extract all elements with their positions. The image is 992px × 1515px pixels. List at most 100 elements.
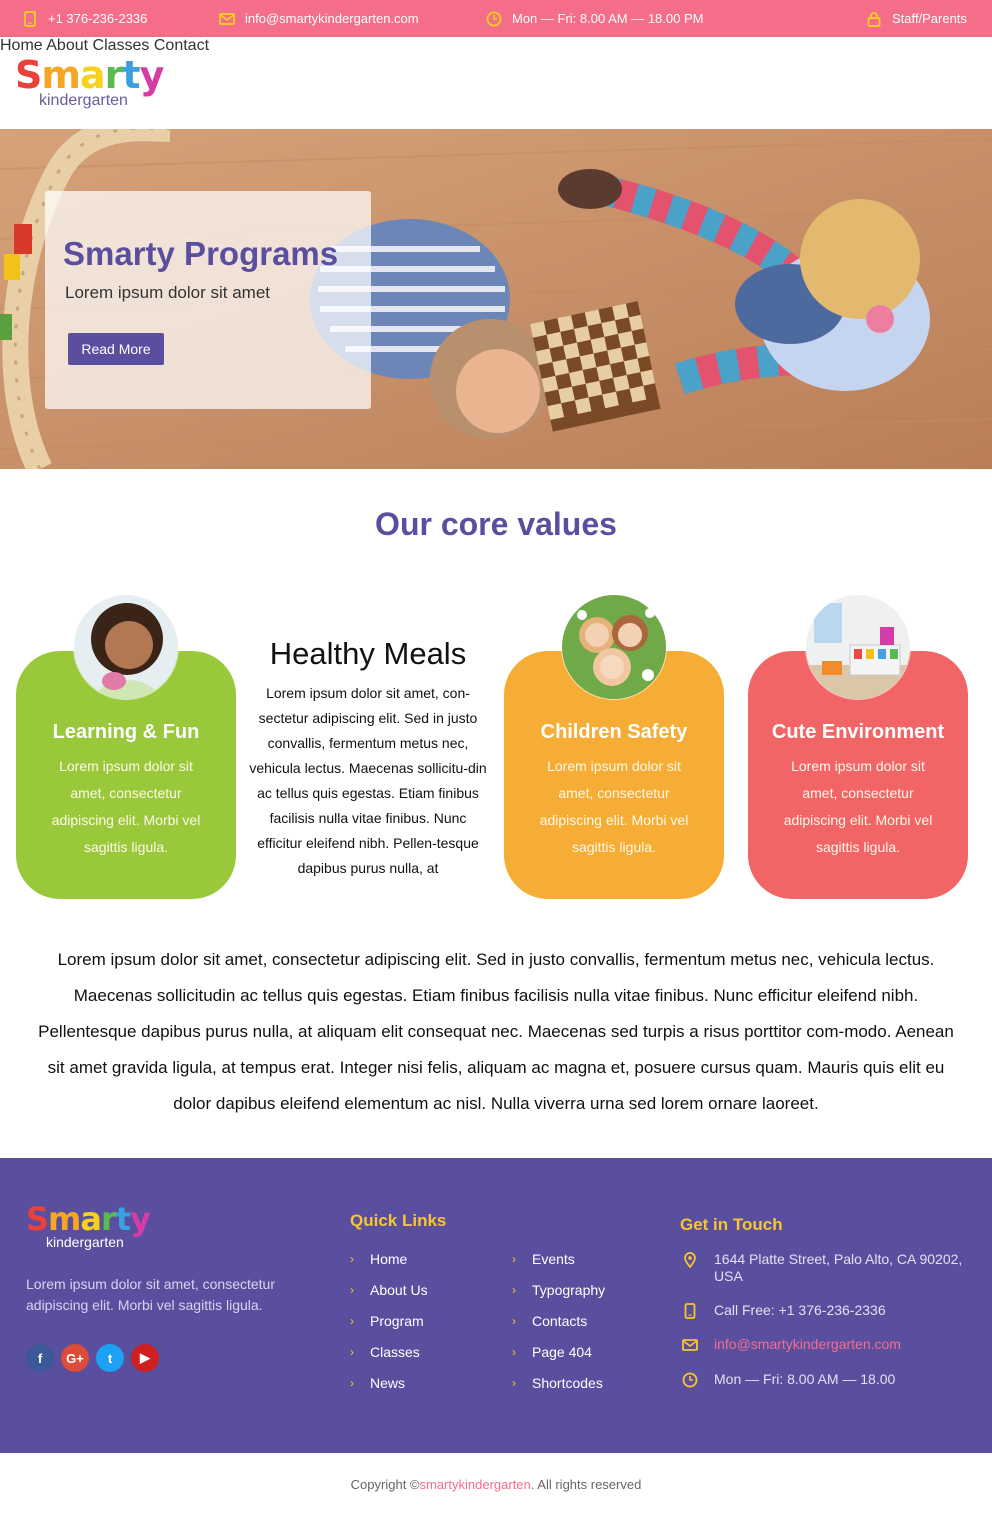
phone-icon: [680, 1302, 700, 1319]
hero-banner: Smarty Programs Lorem ipsum dolor sit am…: [0, 129, 992, 469]
quick-links-title: Quick Links: [350, 1211, 447, 1230]
logo-letter: t: [122, 53, 140, 97]
hero-card: Smarty Programs Lorem ipsum dolor sit am…: [45, 191, 371, 409]
phone-icon: [22, 10, 38, 27]
logo-wordmark: Smarty: [15, 53, 164, 97]
value-card-safety[interactable]: Children Safety Lorem ipsum dolor sit am…: [504, 594, 724, 899]
mail-icon: [680, 1336, 700, 1353]
copyright-bar: Copyright © smartykindergarten . All rig…: [0, 1453, 992, 1515]
footer-link[interactable]: › Home: [350, 1243, 428, 1274]
logo-letter: m: [48, 1200, 81, 1238]
logo-letter: r: [104, 53, 124, 97]
lock-icon: [866, 11, 882, 27]
footer-logo[interactable]: Smarty kindergarten: [26, 1200, 151, 1250]
value-card-learning[interactable]: Learning & Fun Lorem ipsum dolor sit ame…: [16, 594, 236, 899]
chevron-right-icon: ›: [350, 1282, 354, 1297]
nav-home[interactable]: Home: [0, 37, 43, 54]
top-bar: +1 376-236-2336 info@smartykindergarten.…: [0, 0, 992, 37]
read-more-button[interactable]: Read More: [68, 333, 164, 365]
staff-parents-text: Staff/Parents: [892, 11, 967, 26]
get-in-touch-title: Get in Touch: [680, 1215, 783, 1234]
chevron-right-icon: ›: [350, 1313, 354, 1328]
twitter-icon[interactable]: t: [96, 1344, 124, 1372]
healthy-meals-title: Healthy Meals: [269, 636, 467, 671]
logo-letter: a: [80, 1200, 102, 1238]
hours-text: Mon — Fri: 8.00 AM — 18.00: [714, 1371, 896, 1387]
social-links: f G+ t ▶: [26, 1344, 159, 1372]
logo-letter: r: [100, 1200, 117, 1238]
logo-letter: S: [15, 53, 42, 97]
site-header: Smarty kindergarten Home About Classes C…: [0, 37, 992, 129]
logo-letter: y: [130, 1200, 151, 1238]
logo-letter: S: [26, 1200, 49, 1238]
clock-icon: [486, 11, 502, 27]
staff-parents-link[interactable]: Staff/Parents: [866, 0, 967, 37]
google-plus-icon[interactable]: G+: [61, 1344, 89, 1372]
card-text: Lorem ipsum dolor sit amet, consectetur …: [783, 758, 933, 855]
quick-links-col2: › Events › Typography › Contacts › Page 404 …: [512, 1243, 605, 1398]
copyright-prefix: Copyright ©: [350, 1476, 420, 1492]
chevron-right-icon: ›: [512, 1282, 516, 1297]
clock-icon: [680, 1371, 700, 1388]
core-values-title: Our core values: [375, 506, 617, 542]
chevron-right-icon: ›: [350, 1251, 354, 1266]
footer-logo-wordmark: Smarty: [26, 1200, 151, 1238]
topbar-hours: Mon — Fri: 8.00 AM — 18.00 PM: [486, 0, 703, 37]
chevron-right-icon: ›: [512, 1313, 516, 1328]
card-photo-girl: [73, 594, 179, 700]
footer-link[interactable]: › Page 404: [512, 1336, 605, 1367]
value-card-environment[interactable]: Cute Environment Lorem ipsum dolor sit a…: [748, 594, 968, 899]
contact-email[interactable]: info@smartykindergarten.com: [680, 1336, 901, 1353]
logo-letter: y: [139, 53, 165, 97]
location-pin-icon: [680, 1251, 700, 1285]
site-logo[interactable]: Smarty kindergarten: [15, 53, 164, 115]
topbar-hours-text: Mon — Fri: 8.00 AM — 18.00 PM: [512, 11, 704, 26]
email-link: info@smartykindergarten.com: [714, 1336, 901, 1352]
nav-classes[interactable]: Classes: [93, 37, 150, 54]
site-footer: Smarty kindergarten Lorem ipsum dolor si…: [0, 1158, 992, 1453]
footer-link[interactable]: › Contacts: [512, 1305, 605, 1336]
intro-paragraph: Lorem ipsum dolor sit amet, consectetur …: [38, 950, 954, 1113]
card-title: Children Safety: [540, 721, 688, 743]
logo-letter: a: [79, 53, 106, 97]
mail-icon: [219, 11, 235, 27]
contact-hours: Mon — Fri: 8.00 AM — 18.00: [680, 1371, 895, 1388]
nav-contact[interactable]: Contact: [154, 37, 209, 54]
footer-link[interactable]: › Classes: [350, 1336, 428, 1367]
chevron-right-icon: ›: [512, 1251, 516, 1266]
healthy-meals-text: Lorem ipsum dolor sit amet, con-sectetur…: [249, 685, 487, 876]
card-title: Learning & Fun: [52, 721, 200, 743]
footer-link[interactable]: › About Us: [350, 1274, 428, 1305]
footer-link[interactable]: › Typography: [512, 1274, 605, 1305]
footer-link[interactable]: › Events: [512, 1243, 605, 1274]
card-text: Lorem ipsum dolor sit amet, consectetur …: [539, 758, 689, 855]
card-photo-classroom: [805, 594, 911, 700]
contact-phone[interactable]: Call Free: +1 376-236-2336: [680, 1302, 886, 1319]
footer-link[interactable]: › Program: [350, 1305, 428, 1336]
copyright-link[interactable]: smartykindergarten: [420, 1477, 531, 1492]
topbar-phone-text: +1 376-236-2336: [48, 11, 148, 26]
topbar-email[interactable]: info@smartykindergarten.com: [219, 0, 419, 37]
chevron-right-icon: ›: [512, 1375, 516, 1390]
logo-letter: t: [115, 1200, 131, 1238]
address-text: 1644 Platte Street, Palo Alto, CA 90202,…: [714, 1251, 963, 1284]
phone-text: Call Free: +1 376-236-2336: [714, 1302, 886, 1318]
youtube-icon[interactable]: ▶: [131, 1344, 159, 1372]
topbar-email-text: info@smartykindergarten.com: [245, 11, 419, 26]
nav-about[interactable]: About: [46, 37, 88, 54]
facebook-icon[interactable]: f: [26, 1344, 54, 1372]
chevron-right-icon: ›: [512, 1344, 516, 1359]
topbar-phone[interactable]: +1 376-236-2336: [22, 0, 147, 37]
chevron-right-icon: ›: [350, 1375, 354, 1390]
copyright-suffix: . All rights reserved: [530, 1476, 642, 1492]
hero-title: Smarty Programs: [63, 235, 339, 272]
card-photo-children: [561, 594, 667, 700]
contact-address: 1644 Platte Street, Palo Alto, CA 90202,…: [680, 1251, 975, 1285]
hero-subtitle: Lorem ipsum dolor sit amet: [65, 283, 271, 302]
footer-link[interactable]: › News: [350, 1367, 428, 1398]
footer-link[interactable]: › Shortcodes: [512, 1367, 605, 1398]
logo-letter: m: [41, 53, 81, 97]
chevron-right-icon: ›: [350, 1344, 354, 1359]
footer-description: Lorem ipsum dolor sit amet, consectetur …: [26, 1276, 275, 1313]
quick-links-col1: › Home › About Us › Program › Classes › News: [350, 1243, 428, 1398]
